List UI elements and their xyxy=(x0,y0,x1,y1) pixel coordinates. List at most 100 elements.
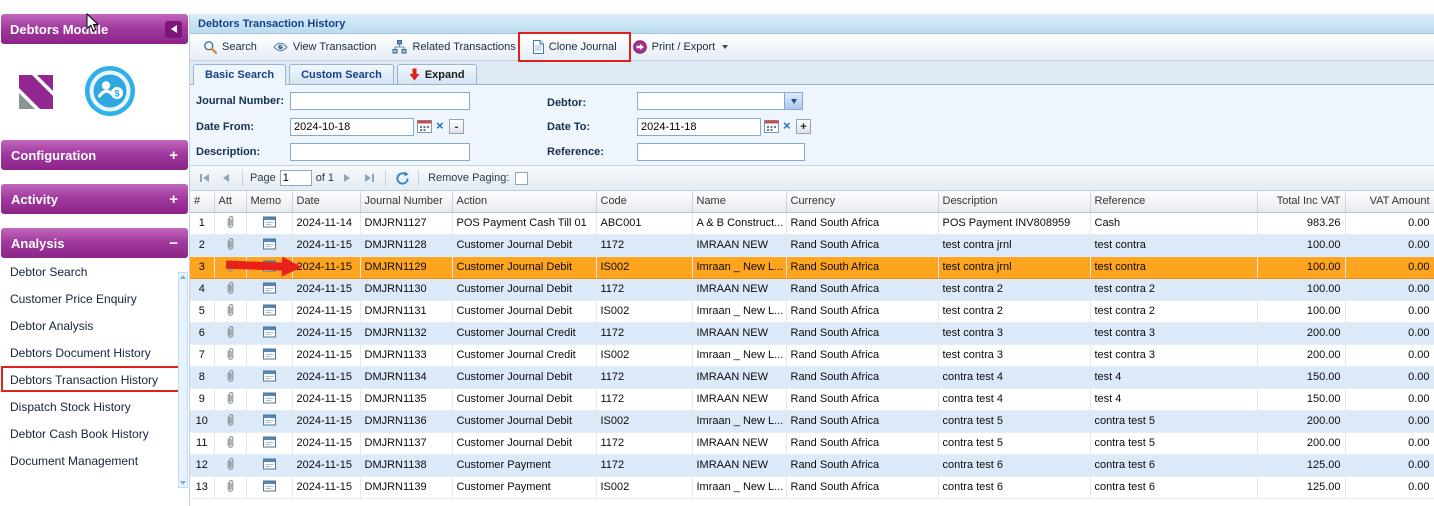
sidebar-item[interactable]: Debtor Cash Book History xyxy=(0,420,189,447)
table-row[interactable]: 8 2024-11-15 DMJRN1134 Customer Journal … xyxy=(190,366,1434,388)
column-header[interactable]: Total Inc VAT xyxy=(1257,191,1345,212)
table-row[interactable]: 6 2024-11-15 DMJRN1132 Customer Journal … xyxy=(190,322,1434,344)
collapse-sidebar-button[interactable] xyxy=(165,21,182,38)
view-transaction-button[interactable]: View Transaction xyxy=(265,38,385,56)
separator xyxy=(418,170,419,186)
attachment-cell[interactable] xyxy=(214,366,246,388)
action-cell: Customer Journal Debit xyxy=(452,300,596,322)
sidebar-section-analysis[interactable]: Analysis − xyxy=(1,228,188,258)
debtor-dropdown[interactable] xyxy=(637,92,803,110)
description-cell: contra test 5 xyxy=(938,410,1090,432)
attachment-cell[interactable] xyxy=(214,388,246,410)
table-row[interactable]: 4 2024-11-15 DMJRN1130 Customer Journal … xyxy=(190,278,1434,300)
memo-cell[interactable] xyxy=(246,322,292,344)
print-export-button[interactable]: Print / Export xyxy=(625,37,737,57)
column-header[interactable]: Journal Number xyxy=(360,191,452,212)
column-header[interactable]: Currency xyxy=(786,191,938,212)
date-from-input[interactable] xyxy=(290,118,414,136)
attachment-cell[interactable] xyxy=(214,278,246,300)
currency-cell: Rand South Africa xyxy=(786,234,938,256)
attachment-cell[interactable] xyxy=(214,410,246,432)
date-to-calendar-button[interactable] xyxy=(763,118,780,135)
column-header[interactable]: Reference xyxy=(1090,191,1257,212)
dropdown-trigger[interactable] xyxy=(784,93,802,109)
journal-number-input[interactable] xyxy=(290,92,470,110)
page-number-input[interactable] xyxy=(280,170,312,186)
date-to-input[interactable] xyxy=(637,118,761,136)
memo-cell[interactable] xyxy=(246,410,292,432)
reference-input[interactable] xyxy=(637,143,805,161)
table-row[interactable]: 2 2024-11-15 DMJRN1128 Customer Journal … xyxy=(190,234,1434,256)
column-header[interactable]: Code xyxy=(596,191,692,212)
vat-amount-cell: 0.00 xyxy=(1345,256,1434,278)
reference-cell: test contra xyxy=(1090,256,1257,278)
refresh-button[interactable] xyxy=(393,169,411,187)
date-to-plus-button[interactable]: + xyxy=(796,119,811,134)
memo-cell[interactable] xyxy=(246,454,292,476)
related-transactions-button[interactable]: Related Transactions xyxy=(384,37,523,57)
sidebar-item[interactable]: Customer Price Enquiry xyxy=(0,285,189,312)
sidebar-item[interactable]: Debtor Analysis xyxy=(0,312,189,339)
column-header[interactable]: Name xyxy=(692,191,786,212)
memo-cell[interactable] xyxy=(246,212,292,234)
date-from-clear-button[interactable]: × xyxy=(436,119,444,133)
column-header[interactable]: Date xyxy=(292,191,360,212)
table-row[interactable]: 9 2024-11-15 DMJRN1135 Customer Journal … xyxy=(190,388,1434,410)
search-button[interactable]: Search xyxy=(195,37,265,57)
tab-basic-search[interactable]: Basic Search xyxy=(193,64,286,85)
next-page-button[interactable] xyxy=(338,169,356,187)
date-from-minus-button[interactable]: - xyxy=(449,119,464,134)
sidebar-section-activity[interactable]: Activity + xyxy=(1,184,188,214)
memo-cell[interactable] xyxy=(246,388,292,410)
remove-paging-checkbox[interactable] xyxy=(515,172,528,185)
attachment-cell[interactable] xyxy=(214,432,246,454)
sidebar-item[interactable]: Debtor Search xyxy=(0,258,189,285)
expand-button[interactable]: Expand xyxy=(397,64,477,84)
last-page-button[interactable] xyxy=(360,169,378,187)
table-row[interactable]: 10 2024-11-15 DMJRN1136 Customer Journal… xyxy=(190,410,1434,432)
table-row[interactable]: 1 2024-11-14 DMJRN1127 POS Payment Cash … xyxy=(190,212,1434,234)
sidebar-section-configuration[interactable]: Configuration + xyxy=(1,140,188,170)
row-number-cell: 10 xyxy=(190,410,214,432)
memo-cell[interactable] xyxy=(246,476,292,498)
column-header[interactable]: # xyxy=(190,191,214,212)
memo-cell[interactable] xyxy=(246,344,292,366)
previous-page-button[interactable] xyxy=(217,169,235,187)
memo-cell[interactable] xyxy=(246,300,292,322)
table-row[interactable]: 3 2024-11-15 DMJRN1129 Customer Journal … xyxy=(190,256,1434,278)
date-from-calendar-button[interactable] xyxy=(416,118,433,135)
tab-custom-search[interactable]: Custom Search xyxy=(289,64,394,84)
sidebar-scrollbar[interactable] xyxy=(178,272,188,488)
memo-cell[interactable] xyxy=(246,278,292,300)
sidebar-item[interactable]: Debtors Document History xyxy=(0,339,189,366)
description-input[interactable] xyxy=(290,143,470,161)
attachment-cell[interactable] xyxy=(214,476,246,498)
attachment-cell[interactable] xyxy=(214,344,246,366)
column-header[interactable]: Memo xyxy=(246,191,292,212)
attachment-cell[interactable] xyxy=(214,212,246,234)
clone-journal-button[interactable]: Clone Journal xyxy=(524,37,625,57)
column-header[interactable]: Action xyxy=(452,191,596,212)
attachment-cell[interactable] xyxy=(214,454,246,476)
sidebar-item[interactable]: Debtors Transaction History xyxy=(0,366,189,393)
column-header[interactable]: Description xyxy=(938,191,1090,212)
table-row[interactable]: 7 2024-11-15 DMJRN1133 Customer Journal … xyxy=(190,344,1434,366)
table-row[interactable]: 5 2024-11-15 DMJRN1131 Customer Journal … xyxy=(190,300,1434,322)
table-row[interactable]: 12 2024-11-15 DMJRN1138 Customer Payment… xyxy=(190,454,1434,476)
attachment-cell[interactable] xyxy=(214,300,246,322)
sidebar-item[interactable]: Document Management xyxy=(0,447,189,474)
attachment-cell[interactable] xyxy=(214,322,246,344)
memo-cell[interactable] xyxy=(246,234,292,256)
table-row[interactable]: 13 2024-11-15 DMJRN1139 Customer Payment… xyxy=(190,476,1434,498)
column-header[interactable]: Att xyxy=(214,191,246,212)
memo-cell[interactable] xyxy=(246,432,292,454)
memo-cell[interactable] xyxy=(246,366,292,388)
date-to-clear-button[interactable]: × xyxy=(783,119,791,133)
attachment-cell[interactable] xyxy=(214,234,246,256)
sidebar-item[interactable]: Dispatch Stock History xyxy=(0,393,189,420)
column-header[interactable]: VAT Amount xyxy=(1345,191,1434,212)
date-cell: 2024-11-15 xyxy=(292,322,360,344)
first-page-button[interactable] xyxy=(195,169,213,187)
table-row[interactable]: 11 2024-11-15 DMJRN1137 Customer Journal… xyxy=(190,432,1434,454)
code-cell: 1172 xyxy=(596,234,692,256)
